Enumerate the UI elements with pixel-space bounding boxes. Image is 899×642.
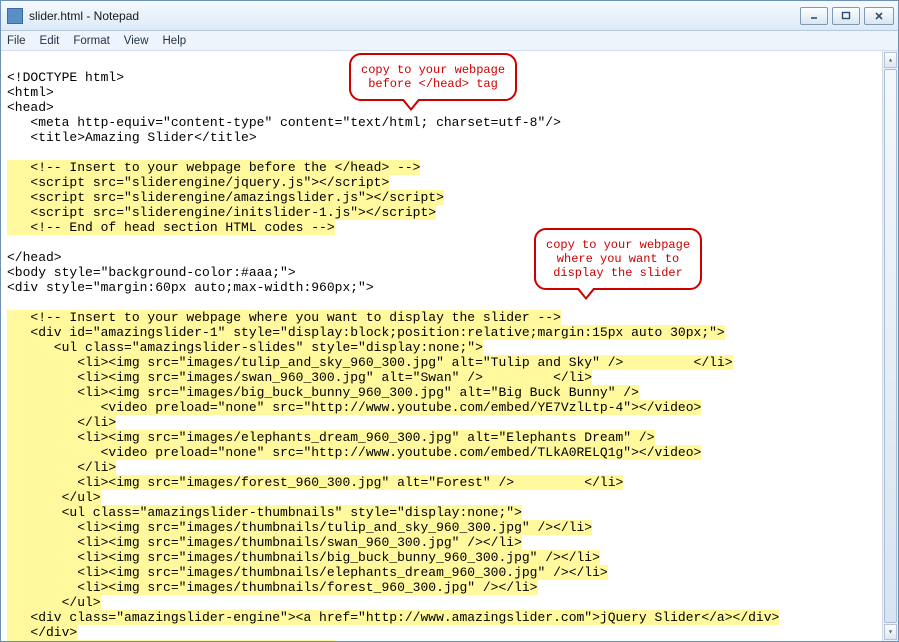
callout-tail-icon xyxy=(576,288,596,300)
menu-help[interactable]: Help xyxy=(163,35,187,47)
code-line: <head> xyxy=(7,100,54,115)
notepad-window: slider.html - Notepad File Edit Format V… xyxy=(0,0,899,642)
code-line-highlighted: <div id="amazingslider-1" style="display… xyxy=(7,325,725,340)
code-line: <body style="background-color:#aaa;"> xyxy=(7,265,296,280)
code-line: <div style="margin:60px auto;max-width:9… xyxy=(7,280,374,295)
vertical-scrollbar[interactable]: ▴ ▾ xyxy=(882,51,898,641)
code-line-highlighted: <li><img src="images/swan_960_300.jpg" a… xyxy=(7,370,592,385)
document-text[interactable]: <!DOCTYPE html> <html> <head> <meta http… xyxy=(7,55,892,641)
code-blank xyxy=(7,145,15,160)
code-blank xyxy=(7,235,15,250)
code-line-highlighted: </li> xyxy=(7,415,116,430)
scroll-up-button[interactable]: ▴ xyxy=(884,52,897,68)
code-line: <meta http-equiv="content-type" content=… xyxy=(7,115,561,130)
code-line-highlighted: <li><img src="images/thumbnails/tulip_an… xyxy=(7,520,592,535)
menu-file[interactable]: File xyxy=(7,35,26,47)
titlebar[interactable]: slider.html - Notepad xyxy=(1,1,898,31)
code-line-highlighted: <li><img src="images/elephants_dream_960… xyxy=(7,430,655,445)
code-line: <title>Amazing Slider</title> xyxy=(7,130,257,145)
callout-text: copy to your webpage xyxy=(361,63,505,77)
menu-view[interactable]: View xyxy=(124,35,149,47)
code-line-highlighted: <!-- End of head section HTML codes --> xyxy=(7,220,335,235)
code-line-highlighted: </ul> xyxy=(7,490,101,505)
code-line-highlighted: <script src="sliderengine/amazingslider.… xyxy=(7,190,444,205)
menu-edit[interactable]: Edit xyxy=(40,35,60,47)
maximize-button[interactable] xyxy=(832,7,860,25)
code-line-highlighted: </div> xyxy=(7,625,77,640)
code-line-highlighted: <li><img src="images/thumbnails/swan_960… xyxy=(7,535,522,550)
callout-text: where you want to xyxy=(557,252,679,266)
code-line: <html> xyxy=(7,85,54,100)
callout-head-tag: copy to your webpage before </head> tag xyxy=(349,53,517,101)
callout-text: copy to your webpage xyxy=(546,238,690,252)
code-line-highlighted: <ul class="amazingslider-slides" style="… xyxy=(7,340,483,355)
code-line-highlighted: </li> xyxy=(7,460,116,475)
callout-text: before </head> tag xyxy=(368,77,498,91)
callout-display-slider: copy to your webpage where you want to d… xyxy=(534,228,702,290)
code-line-highlighted: </ul> xyxy=(7,595,101,610)
code-line: <!DOCTYPE html> xyxy=(7,70,124,85)
code-line-highlighted: <script src="sliderengine/jquery.js"></s… xyxy=(7,175,389,190)
code-line-highlighted: <video preload="none" src="http://www.yo… xyxy=(7,445,701,460)
callout-tail-icon xyxy=(401,99,421,111)
code-line-highlighted: <script src="sliderengine/initslider-1.j… xyxy=(7,205,436,220)
code-line-highlighted: <li><img src="images/thumbnails/elephant… xyxy=(7,565,608,580)
code-line-highlighted: <li><img src="images/thumbnails/forest_9… xyxy=(7,580,538,595)
notepad-app-icon xyxy=(7,8,23,24)
menubar: File Edit Format View Help xyxy=(1,31,898,51)
code-line-highlighted: <!-- Insert to your webpage where you wa… xyxy=(7,310,561,325)
editor-area[interactable]: <!DOCTYPE html> <html> <head> <meta http… xyxy=(1,51,898,641)
scrollbar-track[interactable] xyxy=(883,69,898,623)
code-line-highlighted: <li><img src="images/big_buck_bunny_960_… xyxy=(7,385,639,400)
code-line-highlighted: <!-- End of body section HTML codes --> xyxy=(7,640,335,641)
code-line-highlighted: <li><img src="images/tulip_and_sky_960_3… xyxy=(7,355,733,370)
code-line-highlighted: <div class="amazingslider-engine"><a hre… xyxy=(7,610,779,625)
code-line-highlighted: <video preload="none" src="http://www.yo… xyxy=(7,400,701,415)
scrollbar-thumb[interactable] xyxy=(884,69,897,623)
code-line-highlighted: <!-- Insert to your webpage before the <… xyxy=(7,160,420,175)
menu-format[interactable]: Format xyxy=(73,35,109,47)
close-button[interactable] xyxy=(864,7,894,25)
scroll-down-button[interactable]: ▾ xyxy=(884,624,897,640)
minimize-button[interactable] xyxy=(800,7,828,25)
callout-text: display the slider xyxy=(553,266,683,280)
code-line: </head> xyxy=(7,250,62,265)
code-blank xyxy=(7,295,15,310)
window-title: slider.html - Notepad xyxy=(29,9,800,23)
code-line-highlighted: <ul class="amazingslider-thumbnails" sty… xyxy=(7,505,522,520)
code-line-highlighted: <li><img src="images/thumbnails/big_buck… xyxy=(7,550,600,565)
code-line-highlighted: <li><img src="images/forest_960_300.jpg"… xyxy=(7,475,623,490)
